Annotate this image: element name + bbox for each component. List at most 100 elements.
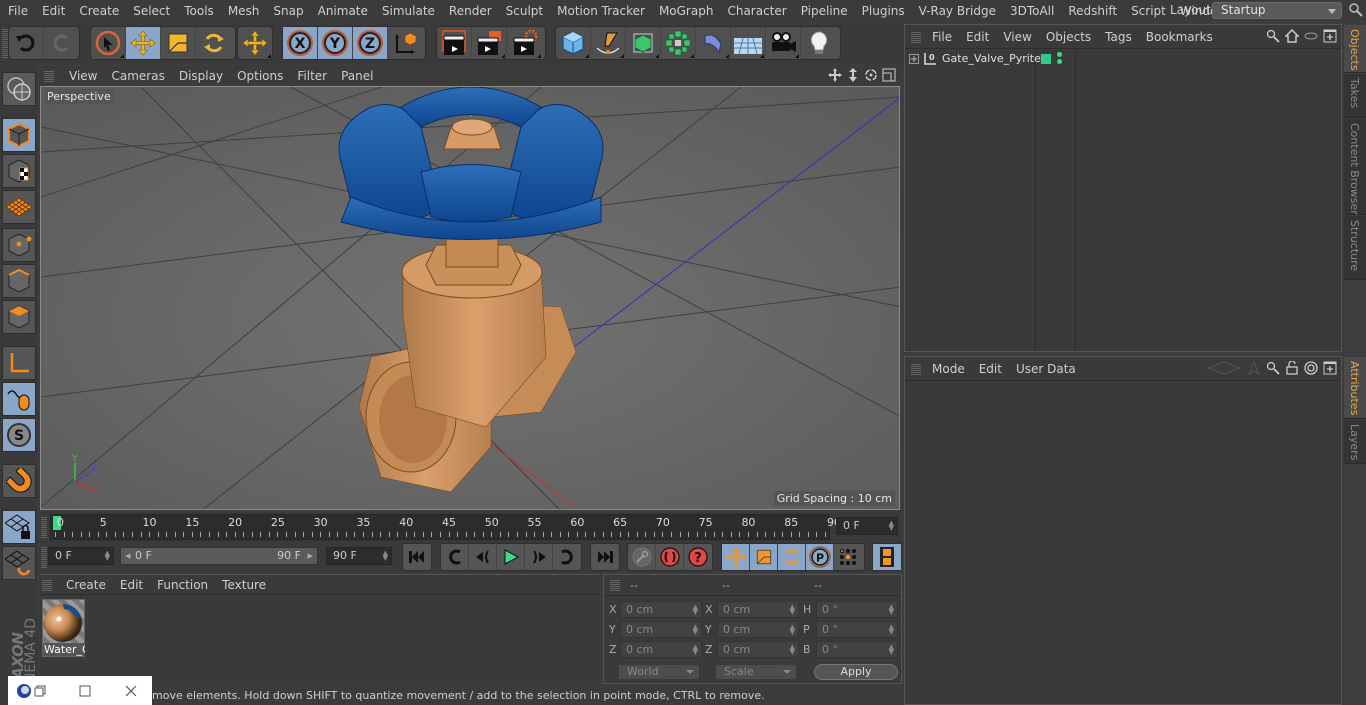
planar-workplane-button[interactable] [2,546,36,580]
menu-pipeline[interactable]: Pipeline [794,0,855,22]
select-tool-button[interactable] [91,27,126,59]
viewport-menu-filter[interactable]: Filter [290,65,334,87]
material-menu-edit[interactable]: Edit [113,574,150,596]
menu-redshift[interactable]: Redshift [1061,0,1124,22]
dolly-view-icon[interactable] [846,68,860,82]
coordinate-space-dropdown[interactable]: World [618,664,700,680]
key-scale-button[interactable] [750,544,778,570]
key-position-button[interactable] [722,544,750,570]
menu-sculpt[interactable]: Sculpt [499,0,550,22]
texture-mode-button[interactable] [2,154,36,188]
home-icon[interactable] [1285,29,1299,43]
redo-button[interactable] [44,27,79,59]
tab-attributes[interactable]: Attributes [1344,357,1366,419]
pos-y-field[interactable]: 0 cm ▲ ▼ [620,621,702,638]
viewport-menu-cameras[interactable]: Cameras [104,65,171,87]
object-menu-tags[interactable]: Tags [1098,26,1139,48]
menu-animate[interactable]: Animate [311,0,375,22]
render-visibility-dot[interactable] [1057,59,1062,64]
menu-mesh[interactable]: Mesh [221,0,267,22]
menu-file[interactable]: File [0,0,35,22]
prev-frame-button[interactable] [469,544,497,570]
object-menu-objects[interactable]: Objects [1039,26,1098,48]
transport-grip[interactable] [41,546,47,568]
attribute-menu-edit[interactable]: Edit [972,358,1009,380]
coordinates-grip[interactable] [610,579,620,591]
object-grip[interactable] [911,31,921,43]
play-button[interactable] [497,544,525,570]
last-tool-button[interactable] [238,27,272,59]
menu-snap[interactable]: Snap [266,0,310,22]
rot-h-field[interactable]: 0 ° ▲ ▼ [816,601,898,618]
pos-x-field[interactable]: 0 cm ▲ ▼ [620,601,702,618]
rot-b-field[interactable]: 0 ° ▲ ▼ [816,641,898,658]
3d-viewport[interactable]: Perspective Y Z X Grid Spacing : 10 cm [40,86,900,510]
key-rotation-button[interactable] [778,544,806,570]
key-pla-button[interactable] [834,544,862,570]
spinner-icon[interactable]: ▲ ▼ [790,624,795,636]
render-picture-viewer-button[interactable] [472,27,507,59]
spinner-icon[interactable]: ▲ ▼ [889,520,894,532]
menu-mograph[interactable]: MoGraph [652,0,721,22]
unlock-icon[interactable] [1285,361,1299,375]
viewport-grip[interactable] [44,70,54,82]
light-button[interactable] [801,27,836,59]
menu-motion-tracker[interactable]: Motion Tracker [550,0,652,22]
render-settings-button[interactable] [507,27,542,59]
spinner-icon[interactable]: ▲ ▼ [790,604,795,616]
object-name[interactable]: Gate_Valve_Pyrite [942,52,1041,65]
layer-color-swatch[interactable] [1041,54,1051,64]
spinner-icon[interactable]: ▲ ▼ [790,644,795,656]
search-icon[interactable] [1266,29,1280,43]
axis-mode-button[interactable] [2,346,36,380]
apply-button[interactable]: Apply [814,664,898,680]
close-icon[interactable] [125,685,137,697]
object-row[interactable]: 0 Gate_Valve_Pyrite [905,50,1325,68]
maximize-icon[interactable] [79,685,91,697]
make-editable-button[interactable] [2,72,36,106]
spinner-icon[interactable]: ▲ ▼ [105,550,110,562]
coordinate-system-button[interactable] [388,27,423,59]
spinner-icon[interactable]: ▲ ▼ [693,644,698,656]
spinner-icon[interactable]: ▲ ▼ [693,604,698,616]
end-frame-field[interactable]: 90 F ▲ ▼ [326,547,392,565]
snap-button[interactable] [2,464,36,498]
attribute-menu-user-data[interactable]: User Data [1009,358,1083,380]
editor-visibility-dot[interactable] [1057,52,1062,57]
points-mode-button[interactable] [2,228,36,262]
render-view-button[interactable] [437,27,472,59]
next-key-button[interactable] [553,544,581,570]
size-y-field[interactable]: 0 cm ▲ ▼ [717,621,799,638]
cube-button[interactable] [556,27,591,59]
goto-start-button[interactable] [403,544,431,570]
axis-x-button[interactable]: X [283,27,318,59]
material-grip[interactable] [42,579,52,591]
tab-takes[interactable]: Takes [1344,74,1366,118]
spinner-icon[interactable]: ▲ ▼ [383,550,388,562]
maximize-view-icon[interactable] [882,68,896,82]
polygons-mode-button[interactable] [2,300,36,334]
rotate-tool-button[interactable] [196,27,231,59]
frame-range-slider[interactable]: ◂ 0 F 90 F ▸ [120,547,318,565]
pan-view-icon[interactable] [828,68,842,82]
timeline-window-button[interactable] [873,544,901,570]
size-x-field[interactable]: 0 cm ▲ ▼ [717,601,799,618]
object-menu-file[interactable]: File [925,26,959,48]
new-window-icon[interactable] [1323,361,1337,375]
motion-record-button[interactable] [628,544,656,570]
menu-render[interactable]: Render [442,0,499,22]
search-icon[interactable] [1348,2,1364,18]
tweak-mode-button[interactable] [2,382,36,416]
material-menu-function[interactable]: Function [150,574,215,596]
restore-icon[interactable] [34,685,46,697]
viewport-menu-display[interactable]: Display [172,65,230,87]
solo-button[interactable]: S [2,418,36,452]
material-menu-create[interactable]: Create [58,574,113,596]
menu-select[interactable]: Select [126,0,177,22]
menu-edit[interactable]: Edit [35,0,72,22]
up-arrow-icon[interactable] [1247,361,1261,375]
timeline-ruler[interactable]: 0 5 10 15 20 25 30 35 40 45 50 55 60 65 70 75 80 85 90 [50,514,841,540]
target-icon[interactable] [1304,361,1318,375]
new-window-icon[interactable] [1323,29,1337,43]
record-keys-button[interactable] [656,544,684,570]
